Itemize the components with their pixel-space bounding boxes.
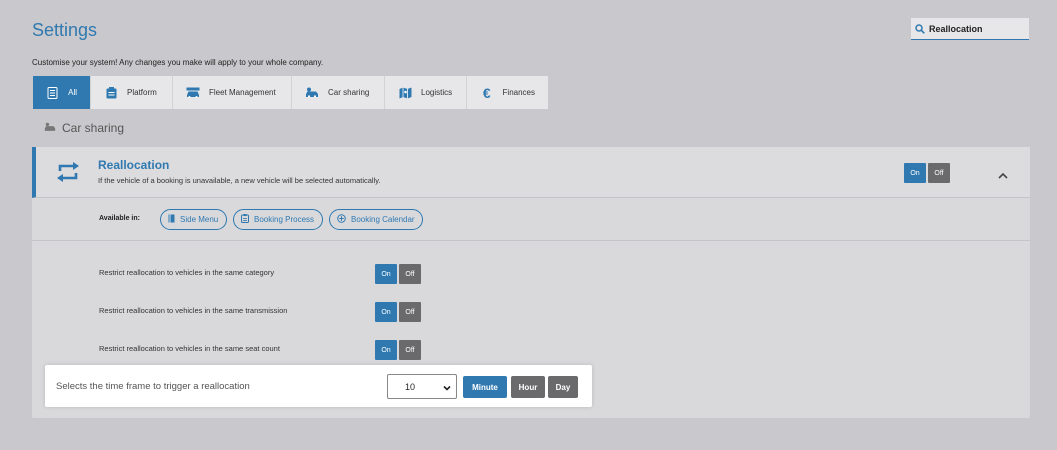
chip-side-menu[interactable]: Side Menu xyxy=(160,209,227,230)
chip-booking-process[interactable]: Booking Process xyxy=(233,209,323,230)
time-frame-label: Selects the time frame to trigger a real… xyxy=(56,381,250,392)
feature-title: Reallocation xyxy=(98,158,170,172)
chip-label: Side Menu xyxy=(180,215,219,224)
tab-label: Platform xyxy=(127,88,157,97)
tab-label: Fleet Management xyxy=(209,88,276,97)
available-in-label: Available in: xyxy=(99,215,140,222)
sub-setting-label: Restrict reallocation to vehicles in the… xyxy=(99,268,275,277)
time-frame-select[interactable]: 10 xyxy=(387,374,457,399)
time-frame-panel: Selects the time frame to trigger a real… xyxy=(45,365,592,407)
on-button[interactable]: On xyxy=(375,340,397,360)
page-subtitle: Customise your system! Any changes you m… xyxy=(32,58,324,67)
chevron-down-icon xyxy=(443,383,451,393)
feature-header[interactable]: Reallocation If the vehicle of a booking… xyxy=(32,147,1030,198)
tab-fleet-management[interactable]: Fleet Management xyxy=(173,76,292,109)
tab-label: All xyxy=(68,88,77,97)
reallocation-icon xyxy=(54,161,82,188)
sub-setting-toggle: On Off xyxy=(375,264,421,284)
search-icon xyxy=(915,23,925,34)
clipboard-icon xyxy=(241,214,249,225)
tab-car-sharing[interactable]: Car sharing xyxy=(292,76,385,109)
feature-toggle: On Off xyxy=(904,163,950,183)
select-value: 10 xyxy=(405,381,416,392)
chevron-up-icon[interactable] xyxy=(997,167,1009,185)
tab-all[interactable]: All xyxy=(33,76,91,109)
map-icon xyxy=(398,86,412,100)
search-field[interactable] xyxy=(911,18,1029,40)
section-heading: Car sharing xyxy=(44,121,124,135)
tab-platform[interactable]: Platform xyxy=(91,76,173,109)
off-button[interactable]: Off xyxy=(399,264,421,284)
clipboard-icon xyxy=(104,86,118,100)
car-sharing-icon xyxy=(305,86,319,100)
plus-circle-icon xyxy=(337,214,346,225)
day-button[interactable]: Day xyxy=(548,376,578,398)
off-button[interactable]: Off xyxy=(399,302,421,322)
category-tabs: All Platform Fleet Management Car sharin… xyxy=(33,76,548,109)
tab-label: Car sharing xyxy=(328,88,370,97)
sub-setting-label: Restrict reallocation to vehicles in the… xyxy=(99,306,288,315)
tab-label: Logistics xyxy=(421,88,453,97)
search-input[interactable] xyxy=(929,23,1025,34)
sub-setting-toggle: On Off xyxy=(375,340,421,360)
available-in-row: Available in: Side Menu Booking Process … xyxy=(32,198,1030,241)
sub-setting-label: Restrict reallocation to vehicles in the… xyxy=(99,344,280,353)
chip-label: Booking Calendar xyxy=(351,215,415,224)
sub-setting-toggle: On Off xyxy=(375,302,421,322)
hour-button[interactable]: Hour xyxy=(511,376,545,398)
chip-label: Booking Process xyxy=(254,215,315,224)
tab-logistics[interactable]: Logistics xyxy=(385,76,467,109)
on-button[interactable]: On xyxy=(375,264,397,284)
book-icon xyxy=(168,214,175,225)
on-button[interactable]: On xyxy=(904,163,926,183)
page-title: Settings xyxy=(32,20,98,40)
minute-button[interactable]: Minute xyxy=(463,376,507,398)
tab-label: Finances xyxy=(502,88,535,97)
car-icon xyxy=(186,86,200,100)
euro-icon: € xyxy=(482,84,491,101)
off-button[interactable]: Off xyxy=(928,163,950,183)
car-sharing-icon xyxy=(44,121,56,135)
feature-description: If the vehicle of a booking is unavailab… xyxy=(98,176,381,185)
chip-booking-calendar[interactable]: Booking Calendar xyxy=(329,209,423,230)
tab-finances[interactable]: € Finances xyxy=(467,76,548,109)
on-button[interactable]: On xyxy=(375,302,397,322)
list-icon xyxy=(46,86,59,100)
section-label: Car sharing xyxy=(62,121,125,135)
off-button[interactable]: Off xyxy=(399,340,421,360)
